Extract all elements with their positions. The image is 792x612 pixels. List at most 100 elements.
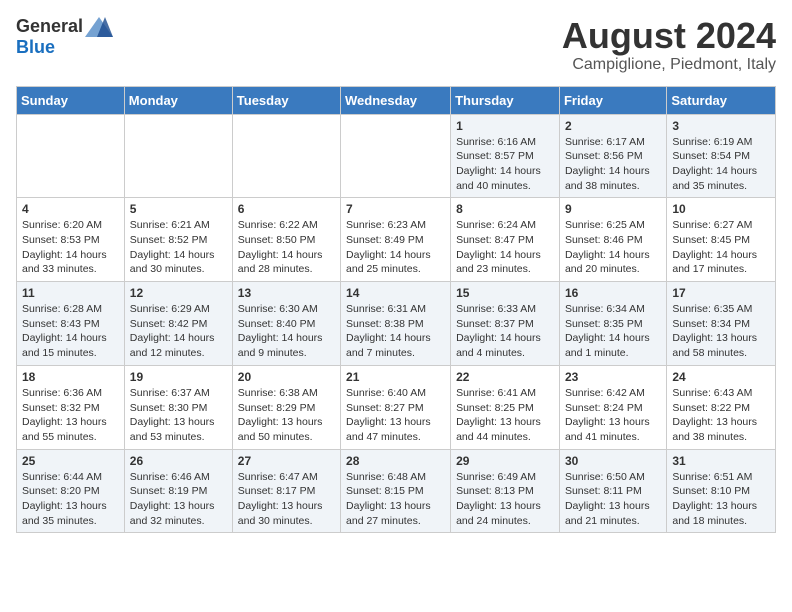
calendar-cell: 5 Sunrise: 6:21 AM Sunset: 8:52 PM Daylig…	[124, 198, 232, 282]
calendar-week-row: 11Sunrise: 6:28 AM Sunset: 8:43 PM Dayli…	[17, 282, 776, 366]
calendar-cell: 4 Sunrise: 6:20 AM Sunset: 8:53 PM Daylig…	[17, 198, 125, 282]
day-header-saturday: Saturday	[667, 86, 776, 114]
calendar-cell	[17, 114, 125, 198]
day-info: Sunrise: 6:44 AM Sunset: 8:20 PM Dayligh…	[22, 470, 119, 529]
day-number: 22	[456, 370, 554, 384]
logo: General Blue	[16, 16, 113, 58]
location-text: Campiglione, Piedmont, Italy	[562, 56, 776, 74]
calendar-cell	[124, 114, 232, 198]
calendar-cell: 7Sunrise: 6:23 AM Sunset: 8:49 PM Daylig…	[341, 198, 451, 282]
day-number: 5	[130, 202, 227, 216]
day-info: Sunrise: 6:27 AM Sunset: 8:45 PM Dayligh…	[672, 218, 770, 277]
calendar-cell: 17 Sunrise: 6:35 AM Sunset: 8:34 PM Dayli…	[667, 282, 776, 366]
day-info: Sunrise: 6:25 AM Sunset: 8:46 PM Dayligh…	[565, 218, 661, 277]
calendar-cell	[341, 114, 451, 198]
calendar-cell: 14 Sunrise: 6:31 AM Sunset: 8:38 PM Dayli…	[341, 282, 451, 366]
calendar-cell: 24Sunrise: 6:43 AM Sunset: 8:22 PM Dayli…	[667, 365, 776, 449]
calendar-cell: 29 Sunrise: 6:49 AM Sunset: 8:13 PM Dayli…	[451, 449, 560, 533]
calendar-cell: 11Sunrise: 6:28 AM Sunset: 8:43 PM Dayli…	[17, 282, 125, 366]
calendar-cell: 26 Sunrise: 6:46 AM Sunset: 8:19 PM Dayli…	[124, 449, 232, 533]
calendar-cell: 18Sunrise: 6:36 AM Sunset: 8:32 PM Dayli…	[17, 365, 125, 449]
day-number: 27	[238, 454, 335, 468]
day-header-friday: Friday	[559, 86, 666, 114]
day-info: Sunrise: 6:29 AM Sunset: 8:42 PM Dayligh…	[130, 302, 227, 361]
logo-general-text: General	[16, 16, 83, 37]
calendar-cell: 1 Sunrise: 6:16 AM Sunset: 8:57 PM Daylig…	[451, 114, 560, 198]
calendar-cell: 25 Sunrise: 6:44 AM Sunset: 8:20 PM Dayli…	[17, 449, 125, 533]
day-info: Sunrise: 6:49 AM Sunset: 8:13 PM Dayligh…	[456, 470, 554, 529]
logo-icon	[85, 17, 113, 37]
day-number: 1	[456, 119, 554, 133]
calendar-week-row: 18Sunrise: 6:36 AM Sunset: 8:32 PM Dayli…	[17, 365, 776, 449]
calendar-cell: 22 Sunrise: 6:41 AM Sunset: 8:25 PM Dayli…	[451, 365, 560, 449]
day-number: 17	[672, 286, 770, 300]
day-number: 23	[565, 370, 661, 384]
day-number: 4	[22, 202, 119, 216]
day-number: 18	[22, 370, 119, 384]
day-info: Sunrise: 6:30 AM Sunset: 8:40 PM Dayligh…	[238, 302, 335, 361]
day-number: 11	[22, 286, 119, 300]
day-info: Sunrise: 6:35 AM Sunset: 8:34 PM Dayligh…	[672, 302, 770, 361]
day-info: Sunrise: 6:47 AM Sunset: 8:17 PM Dayligh…	[238, 470, 335, 529]
day-info: Sunrise: 6:46 AM Sunset: 8:19 PM Dayligh…	[130, 470, 227, 529]
day-header-wednesday: Wednesday	[341, 86, 451, 114]
day-header-monday: Monday	[124, 86, 232, 114]
day-info: Sunrise: 6:20 AM Sunset: 8:53 PM Dayligh…	[22, 218, 119, 277]
calendar-week-row: 1 Sunrise: 6:16 AM Sunset: 8:57 PM Daylig…	[17, 114, 776, 198]
day-info: Sunrise: 6:16 AM Sunset: 8:57 PM Dayligh…	[456, 135, 554, 194]
day-number: 19	[130, 370, 227, 384]
day-number: 7	[346, 202, 445, 216]
day-number: 26	[130, 454, 227, 468]
day-info: Sunrise: 6:33 AM Sunset: 8:37 PM Dayligh…	[456, 302, 554, 361]
day-info: Sunrise: 6:50 AM Sunset: 8:11 PM Dayligh…	[565, 470, 661, 529]
day-number: 6	[238, 202, 335, 216]
day-number: 16	[565, 286, 661, 300]
calendar-cell: 3 Sunrise: 6:19 AM Sunset: 8:54 PM Daylig…	[667, 114, 776, 198]
day-number: 25	[22, 454, 119, 468]
day-number: 31	[672, 454, 770, 468]
day-number: 13	[238, 286, 335, 300]
day-info: Sunrise: 6:19 AM Sunset: 8:54 PM Dayligh…	[672, 135, 770, 194]
day-number: 9	[565, 202, 661, 216]
day-number: 15	[456, 286, 554, 300]
calendar-cell: 15 Sunrise: 6:33 AM Sunset: 8:37 PM Dayli…	[451, 282, 560, 366]
calendar-cell: 16Sunrise: 6:34 AM Sunset: 8:35 PM Dayli…	[559, 282, 666, 366]
day-number: 21	[346, 370, 445, 384]
calendar-cell: 12 Sunrise: 6:29 AM Sunset: 8:42 PM Dayli…	[124, 282, 232, 366]
calendar-week-row: 4 Sunrise: 6:20 AM Sunset: 8:53 PM Daylig…	[17, 198, 776, 282]
day-number: 12	[130, 286, 227, 300]
calendar-cell: 6 Sunrise: 6:22 AM Sunset: 8:50 PM Daylig…	[232, 198, 340, 282]
day-info: Sunrise: 6:17 AM Sunset: 8:56 PM Dayligh…	[565, 135, 661, 194]
calendar-cell: 30 Sunrise: 6:50 AM Sunset: 8:11 PM Dayli…	[559, 449, 666, 533]
day-number: 28	[346, 454, 445, 468]
day-number: 10	[672, 202, 770, 216]
calendar-cell: 9 Sunrise: 6:25 AM Sunset: 8:46 PM Daylig…	[559, 198, 666, 282]
day-number: 14	[346, 286, 445, 300]
day-number: 3	[672, 119, 770, 133]
calendar-cell: 21Sunrise: 6:40 AM Sunset: 8:27 PM Dayli…	[341, 365, 451, 449]
calendar-cell: 27 Sunrise: 6:47 AM Sunset: 8:17 PM Dayli…	[232, 449, 340, 533]
month-title: August 2024	[562, 16, 776, 56]
calendar-cell: 8Sunrise: 6:24 AM Sunset: 8:47 PM Daylig…	[451, 198, 560, 282]
logo-blue-text: Blue	[16, 37, 55, 58]
day-info: Sunrise: 6:38 AM Sunset: 8:29 PM Dayligh…	[238, 386, 335, 445]
calendar-cell	[232, 114, 340, 198]
day-info: Sunrise: 6:37 AM Sunset: 8:30 PM Dayligh…	[130, 386, 227, 445]
calendar-cell: 13 Sunrise: 6:30 AM Sunset: 8:40 PM Dayli…	[232, 282, 340, 366]
calendar-cell: 20 Sunrise: 6:38 AM Sunset: 8:29 PM Dayli…	[232, 365, 340, 449]
calendar-cell: 23Sunrise: 6:42 AM Sunset: 8:24 PM Dayli…	[559, 365, 666, 449]
calendar-week-row: 25 Sunrise: 6:44 AM Sunset: 8:20 PM Dayli…	[17, 449, 776, 533]
day-info: Sunrise: 6:21 AM Sunset: 8:52 PM Dayligh…	[130, 218, 227, 277]
day-info: Sunrise: 6:51 AM Sunset: 8:10 PM Dayligh…	[672, 470, 770, 529]
day-info: Sunrise: 6:22 AM Sunset: 8:50 PM Dayligh…	[238, 218, 335, 277]
day-number: 2	[565, 119, 661, 133]
day-info: Sunrise: 6:31 AM Sunset: 8:38 PM Dayligh…	[346, 302, 445, 361]
calendar-cell: 2 Sunrise: 6:17 AM Sunset: 8:56 PM Daylig…	[559, 114, 666, 198]
day-number: 29	[456, 454, 554, 468]
day-number: 20	[238, 370, 335, 384]
page-header: General Blue August 2024 Campiglione, Pi…	[16, 16, 776, 74]
calendar-cell: 10 Sunrise: 6:27 AM Sunset: 8:45 PM Dayli…	[667, 198, 776, 282]
day-info: Sunrise: 6:41 AM Sunset: 8:25 PM Dayligh…	[456, 386, 554, 445]
calendar-cell: 31 Sunrise: 6:51 AM Sunset: 8:10 PM Dayli…	[667, 449, 776, 533]
day-number: 30	[565, 454, 661, 468]
